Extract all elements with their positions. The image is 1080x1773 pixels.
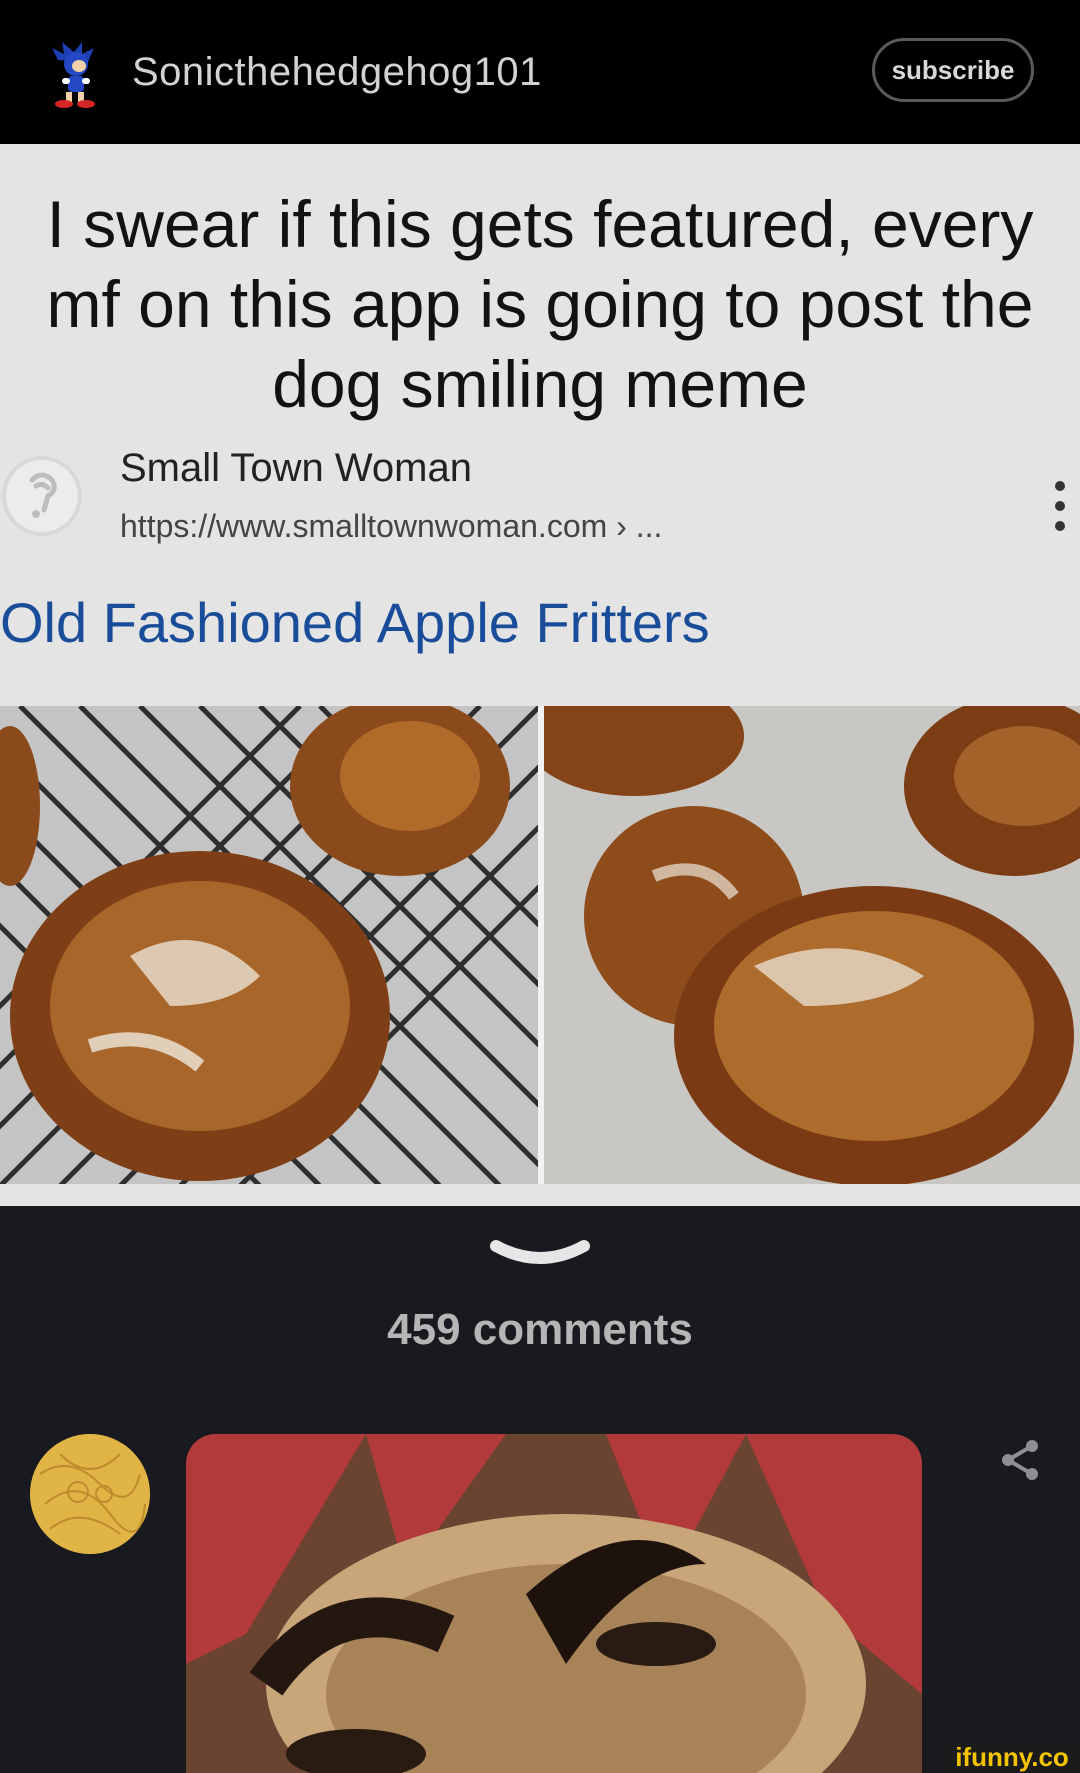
top-bar: Sonicthehedgehog101 subscribe [0,0,1080,144]
apple-fritters-on-paper-photo [544,706,1080,1184]
sonic-avatar-icon[interactable] [48,38,100,108]
post-content: I swear if this gets featured, every mf … [0,144,1080,1206]
ifunny-watermark: ifunny.co [944,1742,1080,1773]
site-logo-icon [2,456,82,536]
subscribe-button[interactable]: subscribe [872,38,1034,102]
apple-fritters-on-rack-photo [0,706,538,1184]
username[interactable]: Sonicthehedgehog101 [132,50,542,95]
more-options-icon[interactable] [1052,476,1068,536]
share-icon[interactable] [1000,1438,1040,1482]
comments-count[interactable]: 459 comments [0,1305,1080,1355]
post-caption: I swear if this gets featured, every mf … [46,187,1034,421]
commenter-avatar[interactable] [30,1434,150,1554]
result-title-link: Old Fashioned Apple Fritters [0,591,710,654]
site-url: https://www.smalltownwoman.com › ... [120,508,663,544]
chevron-down-icon[interactable] [490,1236,590,1276]
site-name: Small Town Woman [120,446,472,490]
comment-image[interactable] [186,1434,922,1773]
